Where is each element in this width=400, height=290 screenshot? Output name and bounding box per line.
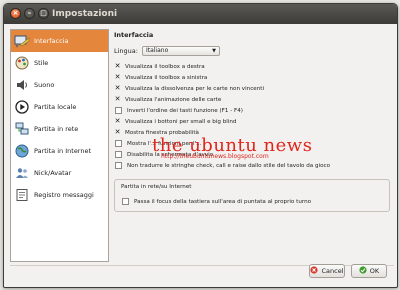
sidebar-item-label: Partita in Internet (34, 147, 92, 155)
minimize-window-button[interactable]: – (24, 8, 35, 19)
ok-icon (359, 266, 367, 276)
checkbox-icon (122, 198, 129, 205)
cancel-icon (310, 266, 319, 276)
sidebar-item-label: Partita locale (34, 103, 77, 111)
option-fade-losing-cards[interactable]: ✕ Visualizza la dissolvenza per le carte … (114, 84, 264, 93)
minimize-icon: – (27, 9, 32, 17)
sidebar-item-interfaccia[interactable]: Interfaccia (11, 30, 108, 52)
option-card-animation[interactable]: ✕ Visualizza l'animazione delle carte (114, 95, 222, 104)
style-icon (14, 55, 30, 71)
settings-content: Interfaccia Lingua: Italiano ▼ ✕ Visualiz… (114, 29, 394, 260)
chevron-down-icon: ▼ (212, 48, 216, 54)
option-show-functions[interactable]: Mostra l'... funzioni per l'... (114, 139, 201, 148)
close-window-button[interactable]: × (10, 8, 21, 19)
section-heading: Interfaccia (114, 31, 154, 39)
option-blind-buttons[interactable]: ✕ Visualizza i bottoni per small e big bl… (114, 117, 237, 126)
option-label: Mostra finestra probabilità (125, 129, 199, 136)
option-no-translate-strings[interactable]: Non tradurre le stringhe check, call e r… (114, 161, 330, 170)
ok-label: OK (369, 267, 380, 275)
option-toolbox-right[interactable]: ✕ Visualizza il toolbox a destra (114, 62, 205, 71)
option-invert-function-keys[interactable]: Inverti l'ordine dei tasti funzione (F1 … (114, 106, 243, 115)
language-value: Italiano (145, 47, 169, 54)
cancel-label: Cancel (321, 267, 344, 275)
checkbox-icon (115, 151, 122, 158)
sidebar-item-label: Nick/Avatar (34, 169, 72, 177)
language-label: Lingua: (114, 47, 138, 55)
sidebar-item-nick-avatar[interactable]: Nick/Avatar (11, 162, 108, 184)
option-label: Inverti l'ordine dei tasti funzione (F1 … (127, 107, 243, 114)
option-probability-window[interactable]: ✕ Mostra finestra probabilità (114, 128, 199, 137)
option-label: Visualizza la dissolvenza per le carte n… (125, 85, 265, 92)
language-select[interactable]: Italiano ▼ (141, 46, 220, 56)
play-icon (14, 99, 30, 115)
network-game-icon (14, 121, 30, 137)
sidebar-item-partita-in-rete[interactable]: Partita in rete (11, 118, 108, 140)
language-row: Lingua: Italiano ▼ (114, 46, 220, 56)
sidebar-item-label: Suono (34, 81, 55, 89)
sidebar-item-label: Stile (34, 59, 49, 67)
message-log-icon (14, 187, 30, 203)
ok-button[interactable]: OK (351, 264, 387, 278)
option-disable-splash[interactable]: Disabilita la schermata d'avvio (114, 150, 213, 159)
checkbox-icon (115, 107, 122, 114)
option-label: Visualizza il toolbox a sinistra (125, 74, 208, 81)
users-icon (14, 165, 30, 181)
close-icon: × (12, 9, 19, 17)
sidebar-item-label: Interfaccia (34, 37, 69, 45)
sound-icon (14, 77, 30, 93)
checkbox-icon (115, 162, 122, 169)
checkbox-icon: ✕ (114, 84, 121, 92)
sidebar-item-suono[interactable]: Suono (11, 74, 108, 96)
network-internet-group: Partita in rete/su Internet Passa il foc… (114, 179, 390, 212)
settings-sidebar: Interfaccia Stile Suono Partita locale P… (10, 29, 109, 262)
maximize-icon: □ (40, 9, 47, 17)
option-label: Visualizza l'animazione delle carte (125, 96, 222, 103)
option-label: Passa il focus della tastiera sull'area … (134, 198, 312, 205)
globe-icon (14, 143, 30, 159)
option-label: Visualizza il toolbox a destra (125, 63, 205, 70)
checkbox-icon: ✕ (114, 128, 121, 136)
checkbox-icon: ✕ (114, 62, 121, 70)
cancel-button[interactable]: Cancel (309, 264, 345, 278)
option-label: Mostra l'... funzioni per l'... (127, 140, 202, 147)
sidebar-item-registro-messaggi[interactable]: Registro messaggi (11, 184, 108, 206)
option-label: Non tradurre le stringhe check, call e r… (127, 162, 331, 169)
sidebar-item-label: Partita in rete (34, 125, 79, 133)
option-label: Disabilita la schermata d'avvio (127, 151, 214, 158)
checkbox-icon: ✕ (114, 117, 121, 125)
settings-window: × – □ Impostazioni Interfaccia Stile Suo… (3, 3, 398, 288)
option-toolbox-left[interactable]: ✕ Visualizza il toolbox a sinistra (114, 73, 208, 82)
option-keyboard-focus-bet[interactable]: Passa il focus della tastiera sull'area … (121, 197, 311, 206)
sidebar-item-stile[interactable]: Stile (11, 52, 108, 74)
window-title: Impostazioni (52, 9, 118, 19)
interface-icon (14, 33, 30, 49)
sidebar-item-partita-in-internet[interactable]: Partita in Internet (11, 140, 108, 162)
group-title: Partita in rete/su Internet (121, 184, 192, 190)
sidebar-item-partita-locale[interactable]: Partita locale (11, 96, 108, 118)
checkbox-icon: ✕ (114, 95, 121, 103)
sidebar-item-label: Registro messaggi (34, 191, 94, 199)
maximize-window-button[interactable]: □ (38, 8, 49, 19)
checkbox-icon (115, 140, 122, 147)
option-label: Visualizza i bottoni per small e big bli… (125, 118, 237, 125)
checkbox-icon: ✕ (114, 73, 121, 81)
title-bar: × – □ Impostazioni (4, 4, 397, 24)
